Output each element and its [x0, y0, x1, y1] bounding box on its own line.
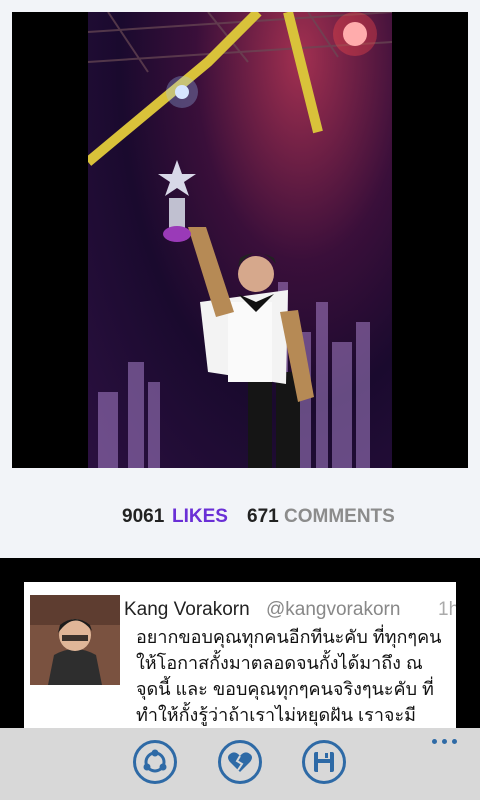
more-icon[interactable]	[430, 736, 460, 746]
comment-handle[interactable]: @kangvorakorn	[266, 599, 400, 621]
share-button[interactable]	[133, 740, 177, 784]
post-photo[interactable]	[12, 12, 468, 468]
share-icon	[141, 748, 169, 776]
save-button[interactable]	[302, 740, 346, 784]
post-panel: 9061 LIKES 671 COMMENTS	[0, 0, 480, 558]
comment-text: อยากขอบคุณทุกคนอีกทีนะคับ ที่ทุกๆคนให้โอ…	[136, 627, 442, 725]
comment-author[interactable]: Kang Vorakorn	[124, 599, 250, 621]
comments-section: Kang Vorakorn @kangvorakorn 1h อยากขอบคุ…	[0, 558, 480, 728]
likes-count[interactable]: 9061	[122, 506, 164, 528]
avatar[interactable]	[30, 595, 120, 685]
comments-label[interactable]: COMMENTS	[284, 506, 395, 528]
post-stats: 9061 LIKES 671 COMMENTS	[0, 506, 480, 534]
likes-label[interactable]: LIKES	[172, 506, 228, 528]
comments-count[interactable]: 671	[247, 506, 279, 528]
broken-heart-button[interactable]	[218, 740, 262, 784]
save-icon	[311, 749, 337, 775]
comment-time: 1h	[438, 599, 456, 620]
app-bar	[0, 728, 480, 800]
photo-image	[88, 12, 392, 468]
broken-heart-icon	[226, 748, 254, 776]
comment-item[interactable]: Kang Vorakorn @kangvorakorn 1h อยากขอบคุ…	[24, 582, 456, 728]
